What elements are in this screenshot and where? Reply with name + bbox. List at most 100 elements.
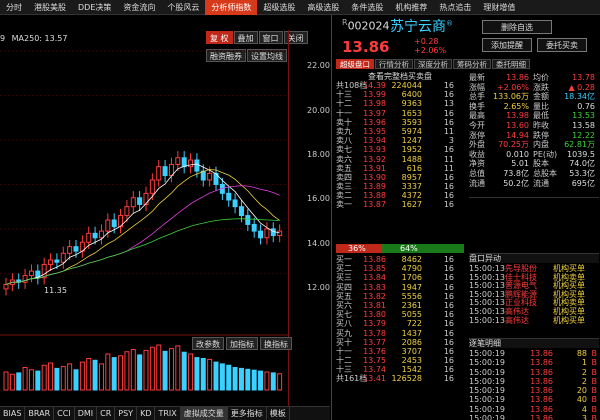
volume-bar [258, 370, 264, 391]
indicator-tab[interactable]: 更多指标 [228, 406, 267, 420]
level-volume: 1627 [401, 200, 422, 210]
level-price: 13.95 [363, 126, 386, 136]
trade-price: 13.86 [530, 358, 553, 368]
menu-item[interactable]: 理财增值 [477, 0, 521, 15]
delete-watchlist-button[interactable]: 删除自选 [482, 20, 552, 34]
menu-item[interactable]: 分时 [0, 0, 28, 15]
indicator-tab[interactable]: CR [97, 406, 116, 420]
indicator-tab[interactable]: TRIX [155, 406, 181, 420]
orderbook-row: 卖九 13.95 5974 11 [336, 127, 464, 136]
menu-item[interactable]: DDE决策 [72, 0, 117, 15]
level-label: 十二 [336, 99, 352, 109]
candle [3, 283, 9, 290]
menu-item[interactable]: 港股美股 [28, 0, 72, 15]
candle [105, 219, 111, 232]
event-row[interactable]: 15:00:13 高伟达 机构买单 [469, 316, 599, 326]
stat-key: 均价 [533, 73, 549, 82]
level-label: 卖七 [336, 145, 352, 155]
level-label: 十二 [336, 356, 352, 366]
stat-key: 涨停 [469, 130, 485, 140]
stat-key: 收益 [469, 149, 485, 159]
kline-chart-pane[interactable]: 9 MA250: 13.57 复 权 叠加 窗口 关闭 融资融券 设置均线 11… [0, 15, 330, 420]
level-label: 买一 [336, 255, 352, 264]
orderbook-asks: 共108档 14.39 224044 16 十三 13.99 6400 16 十二 13.98 93… [336, 81, 464, 210]
level-count: 16 [443, 264, 454, 274]
volume-bar [245, 368, 251, 391]
top-menu-bar: 分时 港股美股 DDE决策 资金流向 个股风云 分析师指数 超级选股 高级选股 条件选股 机构推荐… [0, 0, 600, 15]
trade-row: 15:00:19 13.86 4 B [469, 405, 599, 414]
indicator-button[interactable]: 改参数 [192, 337, 224, 350]
indicator-buttons: 改参数 加指标 换指标 [192, 337, 292, 350]
menu-item[interactable]: 高级选股 [301, 0, 345, 15]
indicator-tab[interactable]: DMI [75, 406, 98, 420]
order-button[interactable]: 委托买卖 [537, 38, 587, 52]
level-volume: 3337 [401, 182, 422, 192]
stat-value: 18.34亿 [564, 92, 595, 102]
level-price: 13.80 [363, 310, 386, 320]
stat-key: PE(动) [533, 149, 558, 159]
trade-side: B [591, 376, 598, 386]
menu-item[interactable]: 个股风云 [161, 0, 205, 15]
level-label: 卖三 [336, 182, 352, 192]
menu-item[interactable]: 机构推荐 [389, 0, 433, 15]
level-count: 11 [443, 154, 454, 164]
stat-key: 外盘 [469, 140, 485, 150]
level-volume: 9363 [401, 99, 422, 109]
level-price: 13.82 [363, 291, 386, 301]
level-label: 买二 [336, 264, 352, 274]
level-count: 16 [443, 255, 454, 264]
menu-item[interactable]: 超级选股 [257, 0, 301, 15]
orderbook-row: 买十 13.77 2086 16 [336, 338, 464, 347]
volume-bar [73, 369, 79, 391]
indicator-tab[interactable]: 虚拟成交量 [180, 406, 228, 420]
panel-tab[interactable]: 超级盘口 [336, 59, 374, 69]
panel-tab[interactable]: 筹码分析 [453, 59, 491, 69]
indicator-tab[interactable]: KD [137, 406, 156, 420]
candle [258, 230, 264, 239]
candle [54, 259, 60, 263]
level-label: 买八 [336, 319, 352, 329]
level-volume: 6400 [401, 90, 422, 100]
volume-bar [16, 372, 22, 391]
level-label: 卖一 [336, 200, 352, 210]
indicator-button[interactable]: 加指标 [226, 337, 258, 350]
menu-item[interactable]: 分析师指数 [205, 0, 258, 15]
stat-row: 最高 13.98 最低 13.53 [469, 111, 599, 121]
orderbook-row: 买二 13.85 4790 16 [336, 264, 464, 273]
volume-bar [41, 364, 47, 391]
stat-row: 净资 5.01 股本 74.0亿 [469, 159, 599, 169]
orderbook-row: 买七 13.80 5055 16 [336, 310, 464, 319]
volume-bar [105, 353, 111, 391]
panel-tab[interactable]: 委托明细 [492, 59, 530, 69]
orderbook-row: 买六 13.81 2361 16 [336, 301, 464, 310]
panel-tab[interactable]: 深度分析 [414, 59, 452, 69]
indicator-tab[interactable]: BIAS [0, 406, 26, 420]
stat-key: 流通 [533, 178, 549, 188]
volume-bar [54, 367, 60, 391]
indicator-tab[interactable]: 模板 [267, 406, 290, 420]
level-volume: 1706 [401, 273, 422, 283]
indicator-button[interactable]: 换指标 [260, 337, 292, 350]
level-volume: 5974 [401, 126, 422, 136]
stat-key: 最低 [533, 111, 549, 121]
trade-row: 15:00:19 13.86 40 B [469, 395, 599, 404]
volume-bar [118, 355, 124, 391]
panel-tab[interactable]: 行情分析 [375, 59, 413, 69]
level-price: 13.96 [363, 117, 386, 127]
level-price: 13.85 [363, 264, 386, 274]
indicator-tab[interactable]: CCI [54, 406, 75, 420]
menu-item[interactable]: 资金流向 [117, 0, 161, 15]
menu-item[interactable]: 热点追击 [433, 0, 477, 15]
volume-bar [130, 349, 136, 391]
indicator-tab[interactable]: BRAR [25, 406, 55, 420]
volume-bar [156, 344, 162, 391]
level-count: 16 [443, 328, 454, 338]
candle [264, 228, 270, 239]
level-price: 13.98 [363, 99, 386, 109]
indicator-tab[interactable]: PSY [115, 406, 138, 420]
trade-row: 15:00:19 13.86 2 B [469, 368, 599, 377]
add-alert-button[interactable]: 添加提醒 [482, 38, 532, 52]
volume-bar [111, 357, 117, 391]
menu-item[interactable]: 条件选股 [345, 0, 389, 15]
stat-row: 今开 13.60 昨收 13.58 [469, 121, 599, 131]
